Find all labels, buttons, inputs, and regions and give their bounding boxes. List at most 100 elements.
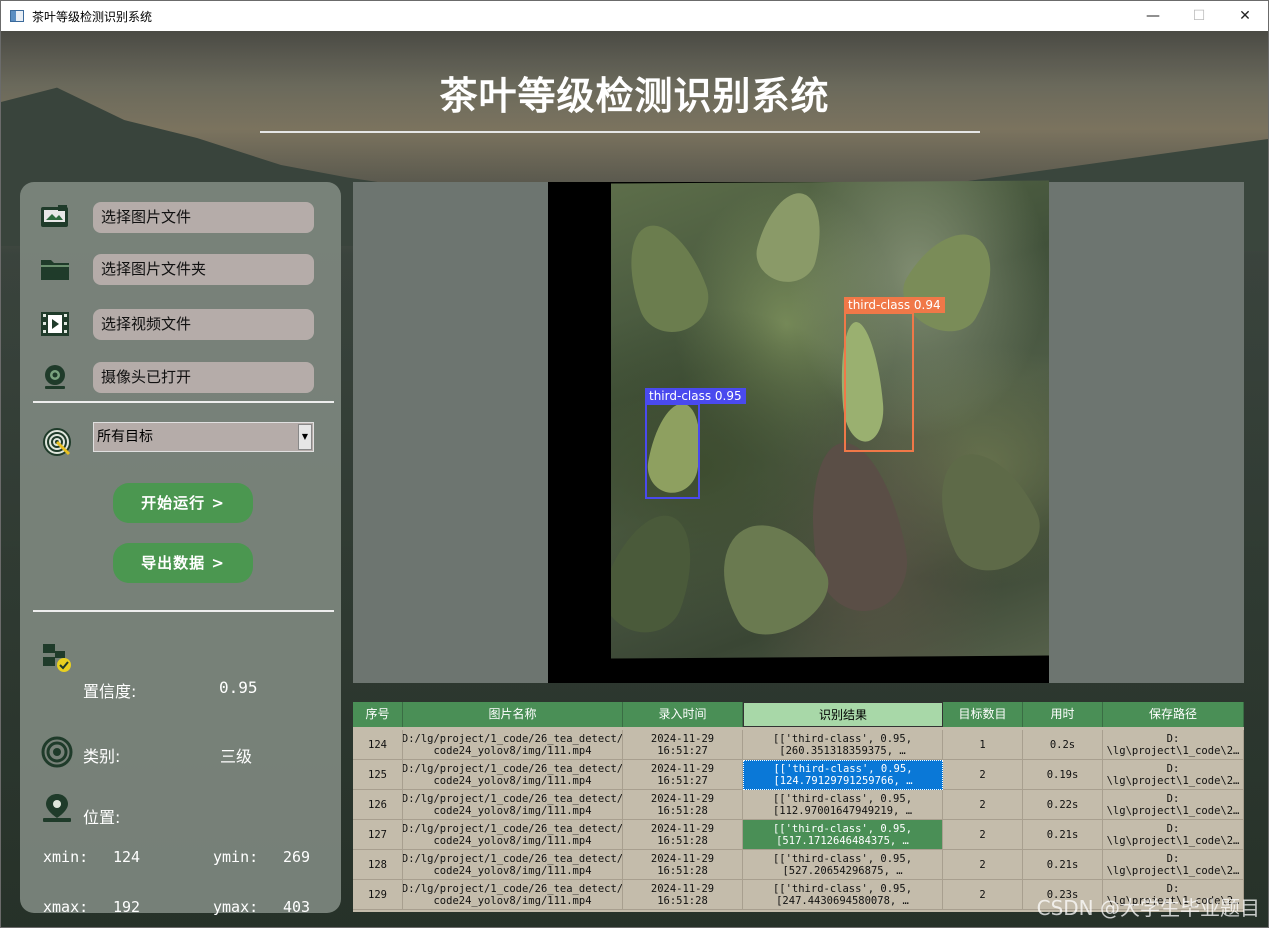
table-cell-path[interactable]: D: \lg\project\1_code\2… xyxy=(1103,850,1244,880)
table-cell-id[interactable]: 124 xyxy=(353,730,403,760)
table-cell-time[interactable]: 2024-11-29 16:51:27 xyxy=(623,760,743,790)
table-cell-text: 2024-11-29 16:51:27 xyxy=(650,732,715,757)
table-cell-text: 128 xyxy=(368,858,387,871)
close-button[interactable]: ✕ xyxy=(1222,1,1268,31)
start-run-button[interactable]: 开始运行 > xyxy=(113,483,253,523)
target-select-value: 所有目标 xyxy=(97,429,153,445)
table-cell-text: 125 xyxy=(368,768,387,781)
select-folder-button[interactable]: 选择图片文件夹 xyxy=(93,254,314,285)
table-cell-text: 0.19s xyxy=(1046,768,1079,781)
table-cell-count[interactable]: 1 xyxy=(943,730,1023,760)
col-image-name[interactable]: 图片名称 xyxy=(403,702,623,727)
xmin-label: xmin: xyxy=(43,848,89,866)
table-cell-text: 129 xyxy=(368,888,387,901)
camera-icon xyxy=(45,365,65,389)
chevron-down-icon[interactable]: ▼ xyxy=(298,424,312,450)
table-cell-text: D:/lg/project/1_code/26_tea_detect/ code… xyxy=(403,732,623,757)
table-row[interactable]: 125 D:/lg/project/1_code/26_tea_detect/ c… xyxy=(353,760,1244,790)
table-cell-text: 0.21s xyxy=(1046,828,1079,841)
window-title: 茶叶等级检测识别系统 xyxy=(32,9,153,24)
results-table[interactable]: 序号 图片名称 录入时间 识别结果 目标数目 用时 保存路径 124 D:/lg/… xyxy=(353,702,1244,912)
table-cell-time[interactable]: 2024-11-29 16:51:28 xyxy=(623,820,743,850)
image-file-icon xyxy=(41,205,68,227)
table-row[interactable]: 124 D:/lg/project/1_code/26_tea_detect/ c… xyxy=(353,730,1244,760)
table-row[interactable]: 128 D:/lg/project/1_code/26_tea_detect/ c… xyxy=(353,850,1244,880)
category-value: 三级 xyxy=(220,747,253,766)
table-cell-count[interactable]: 2 xyxy=(943,820,1023,850)
leaf-shape xyxy=(614,214,718,342)
table-cell-path[interactable]: D: \lg\project\1_code\2… xyxy=(1103,820,1244,850)
table-header: 序号 图片名称 录入时间 识别结果 目标数目 用时 保存路径 xyxy=(353,702,1244,727)
table-cell-path[interactable]: D: \lg\project\1_code\2… xyxy=(1103,760,1244,790)
table-cell-elapsed[interactable]: 0.22s xyxy=(1023,790,1103,820)
table-cell-text: 2024-11-29 16:51:28 xyxy=(650,852,715,877)
table-cell-count[interactable]: 2 xyxy=(943,760,1023,790)
table-cell-count[interactable]: 2 xyxy=(943,850,1023,880)
leaf-shape xyxy=(750,186,832,289)
table-cell-time[interactable]: 2024-11-29 16:51:28 xyxy=(623,880,743,910)
table-cell-elapsed[interactable]: 0.2s xyxy=(1023,730,1103,760)
table-cell-time[interactable]: 2024-11-29 16:51:28 xyxy=(623,850,743,880)
col-elapsed[interactable]: 用时 xyxy=(1023,702,1103,727)
table-cell-name[interactable]: D:/lg/project/1_code/26_tea_detect/ code… xyxy=(403,850,623,880)
table-row[interactable]: 127 D:/lg/project/1_code/26_tea_detect/ c… xyxy=(353,820,1244,850)
ymin-label: ymin: xyxy=(213,848,259,866)
table-cell-name[interactable]: D:/lg/project/1_code/26_tea_detect/ code… xyxy=(403,820,623,850)
table-cell-elapsed[interactable]: 0.19s xyxy=(1023,760,1103,790)
category-label: 类别: xyxy=(83,747,121,766)
table-cell-id[interactable]: 128 xyxy=(353,850,403,880)
table-cell-text: 0.2s xyxy=(1049,738,1076,751)
table-cell-name[interactable]: D:/lg/project/1_code/26_tea_detect/ code… xyxy=(403,790,623,820)
table-cell-result[interactable]: [['third-class', 0.95, [112.970016479492… xyxy=(743,790,943,820)
table-cell-name[interactable]: D:/lg/project/1_code/26_tea_detect/ code… xyxy=(403,880,623,910)
table-cell-path[interactable]: D: \lg\project\1_code\2… xyxy=(1103,730,1244,760)
detection-box-1 xyxy=(645,403,700,499)
select-folder-row: 选择图片文件夹 xyxy=(20,254,341,286)
table-cell-path[interactable]: D: \lg\project\1_code\2… xyxy=(1103,790,1244,820)
camera-button[interactable]: 摄像头已打开 xyxy=(93,362,314,393)
table-cell-elapsed[interactable]: 0.21s xyxy=(1023,820,1103,850)
table-cell-time[interactable]: 2024-11-29 16:51:28 xyxy=(623,790,743,820)
table-cell-result[interactable]: [['third-class', 0.95, [260.351318359375… xyxy=(743,730,943,760)
col-count[interactable]: 目标数目 xyxy=(943,702,1023,727)
table-cell-id[interactable]: 127 xyxy=(353,820,403,850)
table-cell-id[interactable]: 129 xyxy=(353,880,403,910)
table-cell-text: D: \lg\project\1_code\2… xyxy=(1106,852,1240,877)
position-label: 位置: xyxy=(83,808,121,827)
table-cell-result[interactable]: [['third-class', 0.95, [517.171264648437… xyxy=(743,820,943,850)
table-cell-count[interactable]: 2 xyxy=(943,880,1023,910)
select-video-button[interactable]: 选择视频文件 xyxy=(93,309,314,340)
table-row[interactable]: 126 D:/lg/project/1_code/26_tea_detect/ c… xyxy=(353,790,1244,820)
select-image-button[interactable]: 选择图片文件 xyxy=(93,202,314,233)
table-cell-text: 2 xyxy=(979,798,986,811)
export-data-button[interactable]: 导出数据 > xyxy=(113,543,253,583)
app-window: 茶叶等级检测识别系统 — ☐ ✕ 茶叶等级检测识别系统 选择图片文件 选择图片文… xyxy=(0,0,1269,928)
table-cell-text: [['third-class', 0.95, [247.443069458007… xyxy=(772,882,913,907)
col-result[interactable]: 识别结果 xyxy=(743,702,943,727)
target-select[interactable]: 所有目标 ▼ xyxy=(93,422,314,452)
table-cell-count[interactable]: 2 xyxy=(943,790,1023,820)
table-cell-result[interactable]: [['third-class', 0.95, [247.443069458007… xyxy=(743,880,943,910)
col-index[interactable]: 序号 xyxy=(353,702,403,727)
panel-divider-top xyxy=(33,401,334,403)
table-cell-text: [['third-class', 0.95, [517.171264648437… xyxy=(772,822,913,847)
table-cell-text: 0.22s xyxy=(1046,798,1079,811)
minimize-button[interactable]: — xyxy=(1130,1,1176,31)
col-entry-time[interactable]: 录入时间 xyxy=(623,702,743,727)
camera-row: 摄像头已打开 xyxy=(20,362,341,394)
table-cell-name[interactable]: D:/lg/project/1_code/26_tea_detect/ code… xyxy=(403,760,623,790)
watermark: CSDN @大学生毕业题目 xyxy=(1036,896,1260,920)
table-cell-time[interactable]: 2024-11-29 16:51:27 xyxy=(623,730,743,760)
video-file-icon xyxy=(41,312,69,336)
table-cell-text: D: \lg\project\1_code\2… xyxy=(1106,762,1240,787)
table-cell-id[interactable]: 125 xyxy=(353,760,403,790)
table-cell-elapsed[interactable]: 0.21s xyxy=(1023,850,1103,880)
table-cell-result[interactable]: [['third-class', 0.95, [124.791297912597… xyxy=(743,760,943,790)
select-image-row: 选择图片文件 xyxy=(20,202,341,234)
maximize-button[interactable]: ☐ xyxy=(1176,1,1222,31)
table-cell-result[interactable]: [['third-class', 0.95, [527.20654296875,… xyxy=(743,850,943,880)
table-cell-name[interactable]: D:/lg/project/1_code/26_tea_detect/ code… xyxy=(403,730,623,760)
col-save-path[interactable]: 保存路径 xyxy=(1103,702,1244,727)
control-panel: 选择图片文件 选择图片文件夹 选择视频文件 摄像头已打开 所有目标 ▼ 开始运行… xyxy=(20,182,341,916)
table-cell-id[interactable]: 126 xyxy=(353,790,403,820)
